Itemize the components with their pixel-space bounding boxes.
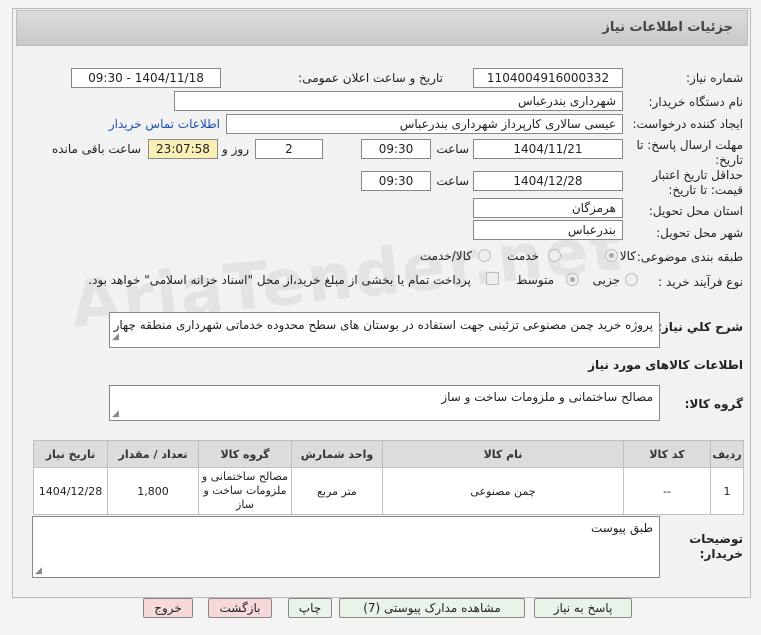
cell-code: -- <box>623 467 711 515</box>
cell-need-date: 1404/12/28 <box>33 467 108 515</box>
col-quantity: تعداد / مقدار <box>107 440 199 468</box>
resize-grip-icon[interactable]: ◢ <box>112 409 119 419</box>
province-field: هرمزگان <box>473 198 623 218</box>
table-row: 1 -- چمن مصنوعی متر مربع مصالح ساختمانی … <box>33 467 744 515</box>
goods-group-field: مصالح ساختمانی و ملزومات ساخت و ساز ◢ <box>109 385 660 421</box>
validity-label-2: قیمت: تا تاریخ: <box>668 183 743 197</box>
remaining-time-field: 23:07:58 <box>148 139 218 159</box>
cell-unit: متر مربع <box>291 467 383 515</box>
category-option-service: خدمت <box>507 249 539 263</box>
buyer-notes-label: توضیحات <box>689 532 743 546</box>
table-header-row: ردیف کد کالا نام کالا واحد شمارش گروه کا… <box>33 440 744 468</box>
creator-field: عیسی سالاری کارپرداز شهرداری بندرعباس <box>226 114 623 134</box>
description-field: پروژه خرید چمن مصنوعی تزئینی جهت استفاده… <box>109 312 660 348</box>
col-need-date: تاریخ نیاز <box>33 440 108 468</box>
need-number-label: شماره نیاز: <box>686 71 743 85</box>
announce-label: تاریخ و ساعت اعلان عمومی: <box>298 71 443 85</box>
panel-header: جزئیات اطلاعات نیاز <box>16 10 748 46</box>
deadline-label: مهلت ارسال پاسخ: تا <box>636 138 743 152</box>
resize-grip-icon[interactable]: ◢ <box>35 566 42 576</box>
purchase-radio-minor[interactable] <box>625 273 638 286</box>
exit-button[interactable]: خروج <box>143 598 193 618</box>
category-label: طبقه بندی موضوعی: <box>636 250 743 264</box>
attachments-button[interactable]: مشاهده مدارک پیوستی (7) <box>339 598 525 618</box>
buyer-org-field: شهرداری بندرعباس <box>174 91 623 111</box>
purchase-radio-medium[interactable] <box>566 273 579 286</box>
buyer-notes-text: طبق پیوست <box>591 521 653 535</box>
goods-info-title: اطلاعات کالاهای مورد نیاز <box>588 358 743 372</box>
category-option-both: کالا/خدمت <box>419 249 472 263</box>
city-field: بندرعباس <box>473 220 623 240</box>
col-name: نام کالا <box>382 440 624 468</box>
need-number-field: 1104004916000332 <box>473 68 623 88</box>
deadline-time-label: ساعت <box>436 142 469 156</box>
days-label: روز و <box>222 142 249 156</box>
back-button[interactable]: بازگشت <box>208 598 272 618</box>
buyer-notes-field: طبق پیوست ◢ <box>32 516 660 578</box>
category-radio-goods[interactable] <box>605 249 618 262</box>
col-unit: واحد شمارش <box>291 440 383 468</box>
description-label: شرح کلي نياز: <box>657 320 743 334</box>
validity-date-field: 1404/12/28 <box>473 171 623 191</box>
contact-buyer-link[interactable]: اطلاعات تماس خریدار <box>109 117 220 131</box>
description-text: پروژه خرید چمن مصنوعی تزئینی جهت استفاده… <box>113 318 653 332</box>
category-radio-service[interactable] <box>548 249 561 262</box>
goods-group-text: مصالح ساختمانی و ملزومات ساخت و ساز <box>441 390 653 404</box>
resize-grip-icon[interactable]: ◢ <box>112 329 119 346</box>
print-button[interactable]: چاپ <box>288 598 332 618</box>
buyer-org-label: نام دستگاه خریدار: <box>648 95 744 109</box>
validity-time-label: ساعت <box>436 174 469 188</box>
purchase-type-label: نوع فرآیند خرید : <box>658 275 743 289</box>
days-field: 2 <box>255 139 323 159</box>
validity-time-field: 09:30 <box>361 171 431 191</box>
city-label: شهر محل تحویل: <box>656 226 743 240</box>
purchase-option-minor: جزیی <box>592 273 620 287</box>
announce-field: 1404/11/18 - 09:30 <box>71 68 221 88</box>
cell-group: مصالح ساختمانی و ملزومات ساخت و ساز <box>198 467 292 515</box>
col-group: گروه کالا <box>198 440 292 468</box>
col-code: کد کالا <box>623 440 711 468</box>
goods-table: ردیف کد کالا نام کالا واحد شمارش گروه کا… <box>33 440 744 515</box>
reply-button[interactable]: پاسخ به نیاز <box>534 598 632 618</box>
col-row: ردیف <box>710 440 744 468</box>
category-radio-both[interactable] <box>478 249 491 262</box>
deadline-label-2: تاریخ: <box>715 153 743 167</box>
creator-label: ایجاد کننده درخواست: <box>632 117 743 131</box>
category-option-goods: کالا <box>619 249 636 263</box>
validity-label: حداقل تاریخ اعتبار <box>652 168 743 182</box>
page-title: جزئیات اطلاعات نیاز <box>602 20 733 35</box>
treasury-payment-note: پرداخت تمام یا بخشی از مبلغ خرید،از محل … <box>88 273 471 287</box>
cell-quantity: 1,800 <box>107 467 199 515</box>
purchase-option-medium: متوسط <box>516 273 554 287</box>
deadline-date-field: 1404/11/21 <box>473 139 623 159</box>
goods-group-label: گروه کالا: <box>684 397 743 411</box>
treasury-payment-checkbox[interactable] <box>486 272 499 285</box>
cell-name: چمن مصنوعی <box>382 467 624 515</box>
buyer-notes-label-2: خریدار: <box>699 547 743 561</box>
cell-row: 1 <box>710 467 744 515</box>
remaining-time-label: ساعت باقی مانده <box>51 142 141 156</box>
province-label: استان محل تحویل: <box>648 204 743 218</box>
deadline-time-field: 09:30 <box>361 139 431 159</box>
